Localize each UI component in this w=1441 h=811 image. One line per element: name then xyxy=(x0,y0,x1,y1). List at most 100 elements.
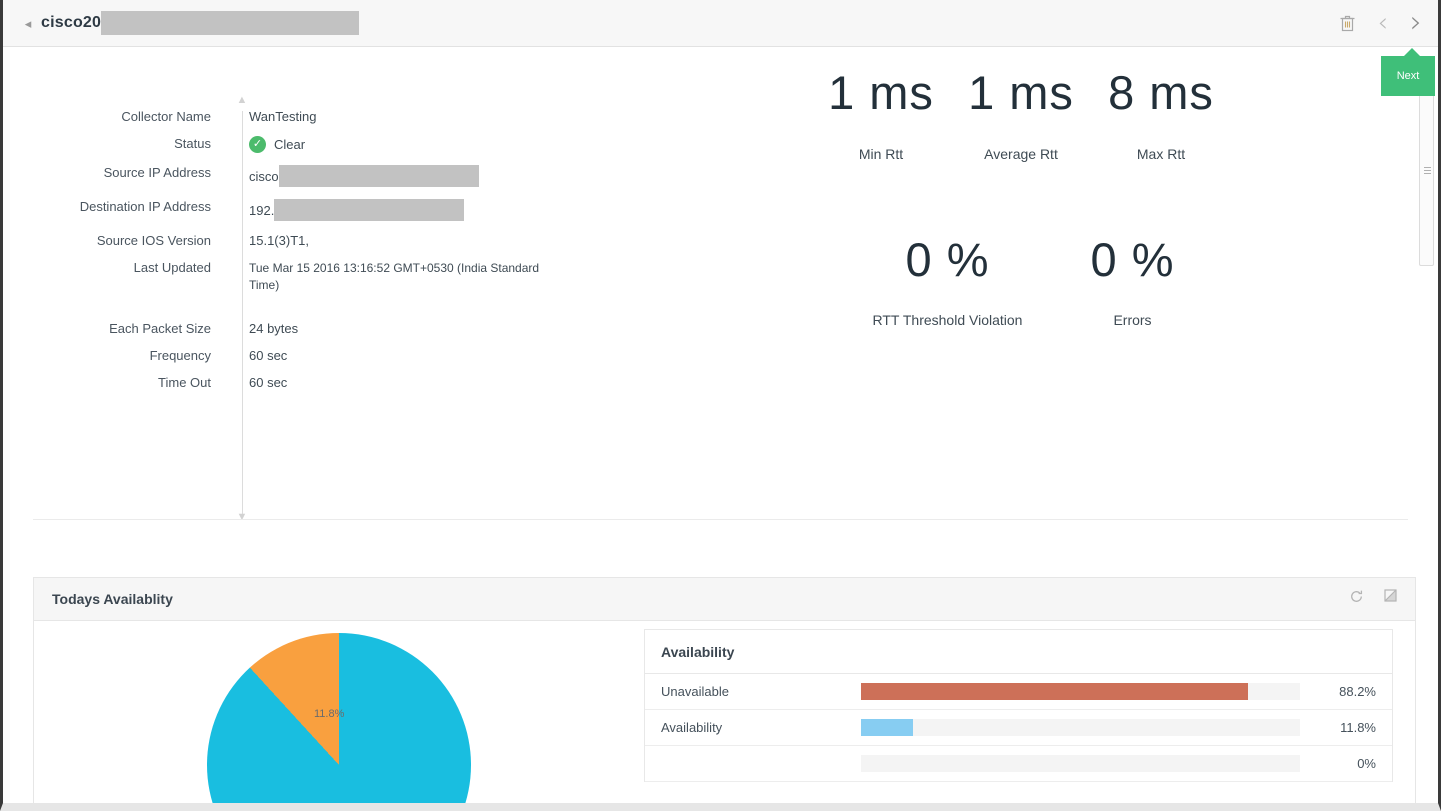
row-percent: 88.2% xyxy=(1318,684,1376,699)
status-badge: ✓ Clear xyxy=(249,136,305,153)
row-bar-cell xyxy=(861,719,1318,736)
row-bar-cell xyxy=(861,755,1318,772)
bar-fill xyxy=(861,683,1248,700)
detail-row: Destination IP Address 192. xyxy=(3,199,643,221)
scrollbar-grip xyxy=(1424,167,1431,175)
chevron-right-icon[interactable]: › xyxy=(1410,8,1422,38)
table-row[interactable]: 0% xyxy=(645,746,1392,782)
page-scrollbar[interactable] xyxy=(1419,76,1434,266)
kpi-label: Max Rtt xyxy=(1091,146,1231,162)
detail-value: Tue Mar 15 2016 13:16:52 GMT+0530 (India… xyxy=(227,260,557,294)
row-label: Availability xyxy=(661,720,861,735)
detail-label: Destination IP Address xyxy=(3,199,227,221)
trash-icon[interactable] xyxy=(1339,14,1356,32)
detail-value: 15.1(3)T1, xyxy=(227,233,309,248)
table-row[interactable]: Unavailable 88.2% xyxy=(645,674,1392,710)
detail-row: Status ✓ Clear xyxy=(3,136,643,153)
todays-availability-card: Todays Availablity xyxy=(33,577,1416,803)
row-percent: 11.8% xyxy=(1318,720,1376,735)
header-actions: ‹ › xyxy=(1339,8,1422,38)
availability-table-wrap: Availability Unavailable 88.2% Availabil… xyxy=(644,621,1415,803)
next-tooltip: Next xyxy=(1381,56,1435,96)
card-body: 11.8% Availability Unavailable xyxy=(34,621,1415,803)
detail-label: Last Updated xyxy=(3,260,227,294)
card-title: Todays Availablity xyxy=(52,591,173,607)
status-label: Clear xyxy=(274,137,305,152)
detail-row: Source IOS Version 15.1(3)T1, xyxy=(3,233,643,248)
detail-label: Status xyxy=(3,136,227,153)
kpi-average-rtt: 1 ms Average Rtt xyxy=(951,65,1091,162)
detail-value: 60 sec xyxy=(227,348,287,363)
bar-fill xyxy=(861,719,913,736)
kpi-value: 0 % xyxy=(855,232,1040,287)
kpi-row-rtt: 1 ms Min Rtt 1 ms Average Rtt 8 ms Max R… xyxy=(811,65,1408,162)
kpi-value: 1 ms xyxy=(951,65,1091,120)
pie-slice-label: 11.8% xyxy=(314,708,344,720)
arrow-down-icon[interactable]: ▼ xyxy=(233,512,251,523)
chevron-left-icon[interactable]: ‹ xyxy=(1378,10,1388,36)
detail-list: ▲ ▼ Collector Name WanTesting Status ✓ C… xyxy=(3,65,643,402)
kpi-value: 1 ms xyxy=(811,65,951,120)
availability-table-header: Availability xyxy=(645,630,1392,674)
detail-value: WanTesting xyxy=(227,109,316,124)
pie-graphic[interactable]: 11.8% xyxy=(207,633,471,811)
detail-row: Time Out 60 sec xyxy=(3,375,643,390)
back-caret-icon[interactable]: ◂ xyxy=(15,17,41,30)
kpi-max-rtt: 8 ms Max Rtt xyxy=(1091,65,1231,162)
detail-value: ✓ Clear xyxy=(227,136,305,153)
row-bar-cell xyxy=(861,683,1318,700)
table-header-label: Availability xyxy=(661,644,734,660)
detail-label: Collector Name xyxy=(3,109,227,124)
card-header-actions xyxy=(1349,589,1397,609)
detail-value: 24 bytes xyxy=(227,321,298,336)
kpi-label: Min Rtt xyxy=(811,146,951,162)
bar-track xyxy=(861,755,1300,772)
detail-label: Time Out xyxy=(3,375,227,390)
detail-value-text: 192. xyxy=(249,203,274,218)
card-header: Todays Availablity xyxy=(34,578,1415,621)
detail-row: Last Updated Tue Mar 15 2016 13:16:52 GM… xyxy=(3,260,643,294)
kpi-rtt-threshold-violation: 0 % RTT Threshold Violation xyxy=(855,232,1040,328)
kpi-label: Errors xyxy=(1040,312,1225,328)
kpi-row-violations: 0 % RTT Threshold Violation 0 % Errors xyxy=(855,232,1408,328)
kpi-min-rtt: 1 ms Min Rtt xyxy=(811,65,951,162)
detail-label: Frequency xyxy=(3,348,227,363)
kpi-errors: 0 % Errors xyxy=(1040,232,1225,328)
resize-icon[interactable] xyxy=(1384,589,1397,609)
bar-track xyxy=(861,683,1300,700)
detail-value: 192. xyxy=(227,199,464,221)
summary-section: ▲ ▼ Collector Name WanTesting Status ✓ C… xyxy=(3,47,1438,520)
bar-track xyxy=(861,719,1300,736)
detail-divider xyxy=(242,111,243,515)
row-label: Unavailable xyxy=(661,684,861,699)
detail-label: Source IP Address xyxy=(3,165,227,187)
page-title-text: cisco20 xyxy=(41,14,101,32)
detail-row: Each Packet Size 24 bytes xyxy=(3,321,643,336)
kpi-label: RTT Threshold Violation xyxy=(855,312,1040,328)
page-title: cisco20 xyxy=(41,11,359,35)
detail-value: 60 sec xyxy=(227,375,287,390)
detail-value: cisco xyxy=(227,165,479,187)
kpi-label: Average Rtt xyxy=(951,146,1091,162)
next-tooltip-label: Next xyxy=(1397,70,1420,82)
kpi-cluster: 1 ms Min Rtt 1 ms Average Rtt 8 ms Max R… xyxy=(703,47,1408,328)
check-circle-icon: ✓ xyxy=(249,136,266,153)
detail-row: Source IP Address cisco xyxy=(3,165,643,187)
kpi-value: 8 ms xyxy=(1091,65,1231,120)
availability-table: Availability Unavailable 88.2% Availabil… xyxy=(644,629,1393,782)
section-divider xyxy=(33,519,1408,520)
value-redaction xyxy=(279,165,479,187)
app-root: ◂ cisco20 ‹ › Next ▲ ▼ xyxy=(0,0,1441,811)
arrow-up-icon[interactable]: ▲ xyxy=(233,95,251,106)
detail-label: Source IOS Version xyxy=(3,233,227,248)
availability-pie-chart: 11.8% xyxy=(34,621,644,803)
table-row[interactable]: Availability 11.8% xyxy=(645,710,1392,746)
row-percent: 0% xyxy=(1318,756,1376,771)
page-title-redaction xyxy=(101,11,359,35)
top-header-bar: ◂ cisco20 ‹ › xyxy=(3,0,1438,47)
refresh-icon[interactable] xyxy=(1349,589,1364,609)
detail-row: Collector Name WanTesting xyxy=(3,109,643,124)
detail-row: Frequency 60 sec xyxy=(3,348,643,363)
value-redaction xyxy=(274,199,464,221)
kpi-value: 0 % xyxy=(1040,232,1225,287)
